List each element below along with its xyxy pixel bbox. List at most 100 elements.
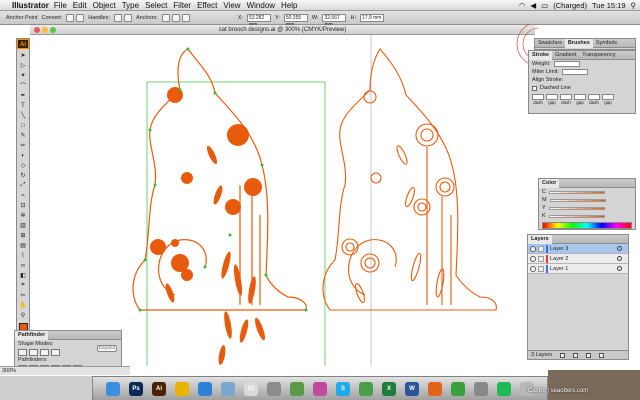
connect-anchor-button[interactable] — [171, 13, 180, 22]
spotlight-icon[interactable]: ⚲ — [631, 0, 637, 11]
minus-front-button[interactable] — [29, 349, 38, 356]
target-icon[interactable] — [617, 256, 622, 261]
tab-pathfinder[interactable]: Pathfinder — [15, 330, 49, 340]
tab-color[interactable]: Color — [539, 178, 560, 188]
menu-view[interactable]: View — [223, 0, 240, 11]
show-handles-button[interactable] — [114, 13, 123, 22]
tab-symbols[interactable]: Symbols — [593, 39, 620, 48]
layer-row[interactable]: Layer 1 — [528, 264, 628, 274]
mesh-tool-icon[interactable]: ⊞ — [17, 231, 29, 240]
chrome-icon[interactable] — [175, 381, 189, 396]
y-slider[interactable] — [548, 206, 605, 210]
zoom-window-button[interactable] — [50, 27, 56, 33]
facetime-icon[interactable] — [451, 381, 465, 396]
crop-tool-icon[interactable]: ⌗ — [17, 281, 29, 290]
live-paint-tool-icon[interactable]: ◧ — [17, 271, 29, 280]
warp-tool-icon[interactable]: ≈ — [17, 191, 29, 200]
menu-edit[interactable]: Edit — [73, 0, 87, 11]
lock-icon[interactable] — [538, 245, 544, 252]
remove-anchor-button[interactable] — [161, 13, 170, 22]
blend-tool-icon[interactable]: ∞ — [17, 261, 29, 270]
clock[interactable]: Tue 15:19 — [592, 0, 626, 11]
miter-field[interactable] — [561, 69, 588, 75]
layer-row[interactable]: Layer 3 — [528, 244, 628, 254]
menu-object[interactable]: Object — [93, 0, 116, 11]
battery-icon[interactable]: ▭ — [541, 0, 548, 11]
visibility-eye-icon[interactable] — [530, 245, 536, 252]
new-layer-icon[interactable] — [586, 352, 592, 358]
m-slider[interactable] — [549, 198, 606, 202]
exclude-button[interactable] — [51, 349, 60, 356]
direct-selection-tool-icon[interactable]: ▷ — [17, 61, 29, 70]
expand-button[interactable]: Expand — [97, 345, 117, 352]
lock-icon[interactable] — [538, 255, 544, 262]
mail-icon[interactable] — [221, 381, 235, 396]
safari-icon[interactable] — [198, 381, 212, 396]
visibility-eye-icon[interactable] — [530, 265, 536, 272]
menu-select[interactable]: Select — [145, 0, 167, 11]
eraser-tool-icon[interactable]: ◇ — [17, 161, 29, 170]
calendar-icon[interactable]: 23 — [244, 381, 258, 396]
w-field[interactable]: 32.667 mm — [322, 13, 347, 28]
zoom-tool-icon[interactable]: ⚲ — [17, 311, 29, 320]
tab-brushes[interactable]: Brushes — [564, 38, 593, 48]
menu-window[interactable]: Window — [247, 0, 275, 11]
symbol-sprayer-tool-icon[interactable]: ✲ — [17, 211, 29, 220]
battery-status[interactable]: (Charged) — [553, 0, 587, 11]
excel-icon[interactable]: X — [382, 381, 396, 396]
delete-layer-icon[interactable] — [599, 352, 605, 358]
tab-transparency[interactable]: Transparency — [579, 51, 618, 60]
menu-type[interactable]: Type — [122, 0, 139, 11]
new-sublayer-icon[interactable] — [573, 352, 579, 358]
finder-icon[interactable] — [106, 381, 120, 396]
selection-tool-icon[interactable]: ➤ — [17, 51, 29, 60]
word-icon[interactable]: W — [405, 381, 419, 396]
preview-icon[interactable] — [267, 381, 281, 396]
h-field[interactable]: 17.9 mm — [359, 13, 384, 22]
color-spectrum[interactable] — [542, 222, 632, 229]
x-field[interactable]: 53.282 mm — [246, 13, 271, 28]
layer-name[interactable]: Layer 1 — [550, 266, 568, 272]
target-icon[interactable] — [617, 246, 622, 251]
spotify-icon[interactable] — [497, 381, 511, 396]
layer-name[interactable]: Layer 3 — [550, 246, 568, 252]
tab-stroke[interactable]: Stroke — [529, 50, 553, 60]
layer-name[interactable]: Layer 2 — [550, 256, 568, 262]
rectangle-tool-icon[interactable]: □ — [17, 121, 29, 130]
volume-icon[interactable]: ◀ — [530, 0, 536, 11]
app-menu[interactable]: Illustrator — [12, 0, 49, 11]
skype-icon[interactable]: S — [336, 381, 350, 396]
lock-icon[interactable] — [538, 265, 544, 272]
weight-field[interactable] — [553, 61, 580, 67]
type-tool-icon[interactable]: T — [17, 101, 29, 110]
convert-smooth-button[interactable] — [76, 13, 85, 22]
tab-gradient[interactable]: Gradient — [552, 51, 579, 60]
illustrator-icon[interactable]: Ai — [152, 381, 166, 396]
eyedropper-tool-icon[interactable]: ⌇ — [17, 251, 29, 260]
tab-layers[interactable]: Layers — [528, 234, 552, 244]
menu-file[interactable]: File — [54, 0, 67, 11]
target-icon[interactable] — [617, 266, 622, 271]
menu-help[interactable]: Help — [281, 0, 297, 11]
free-transform-tool-icon[interactable]: ⊡ — [17, 201, 29, 210]
graph-tool-icon[interactable]: ▥ — [17, 221, 29, 230]
intersect-button[interactable] — [40, 349, 49, 356]
itunes-icon[interactable] — [313, 381, 327, 396]
photoshop-icon[interactable]: Ps — [129, 381, 143, 396]
artboard-canvas[interactable] — [30, 35, 535, 366]
settings-icon[interactable] — [474, 381, 488, 396]
paintbrush-tool-icon[interactable]: ✎ — [17, 131, 29, 140]
pencil-tool-icon[interactable]: ✏ — [17, 141, 29, 150]
scale-tool-icon[interactable]: ⤢ — [17, 181, 29, 190]
slice-tool-icon[interactable]: ✂ — [17, 291, 29, 300]
menu-effect[interactable]: Effect — [197, 0, 217, 11]
artwork[interactable] — [30, 35, 535, 366]
layer-row[interactable]: Layer 2 — [528, 254, 628, 264]
maps-icon[interactable] — [359, 381, 373, 396]
zoom-level[interactable]: 300% — [2, 368, 16, 374]
menu-filter[interactable]: Filter — [173, 0, 191, 11]
make-clipping-mask-icon[interactable] — [560, 352, 566, 358]
magic-wand-tool-icon[interactable]: ✦ — [17, 71, 29, 80]
pen-tool-icon[interactable]: ✒ — [17, 91, 29, 100]
rotate-tool-icon[interactable]: ↻ — [17, 171, 29, 180]
